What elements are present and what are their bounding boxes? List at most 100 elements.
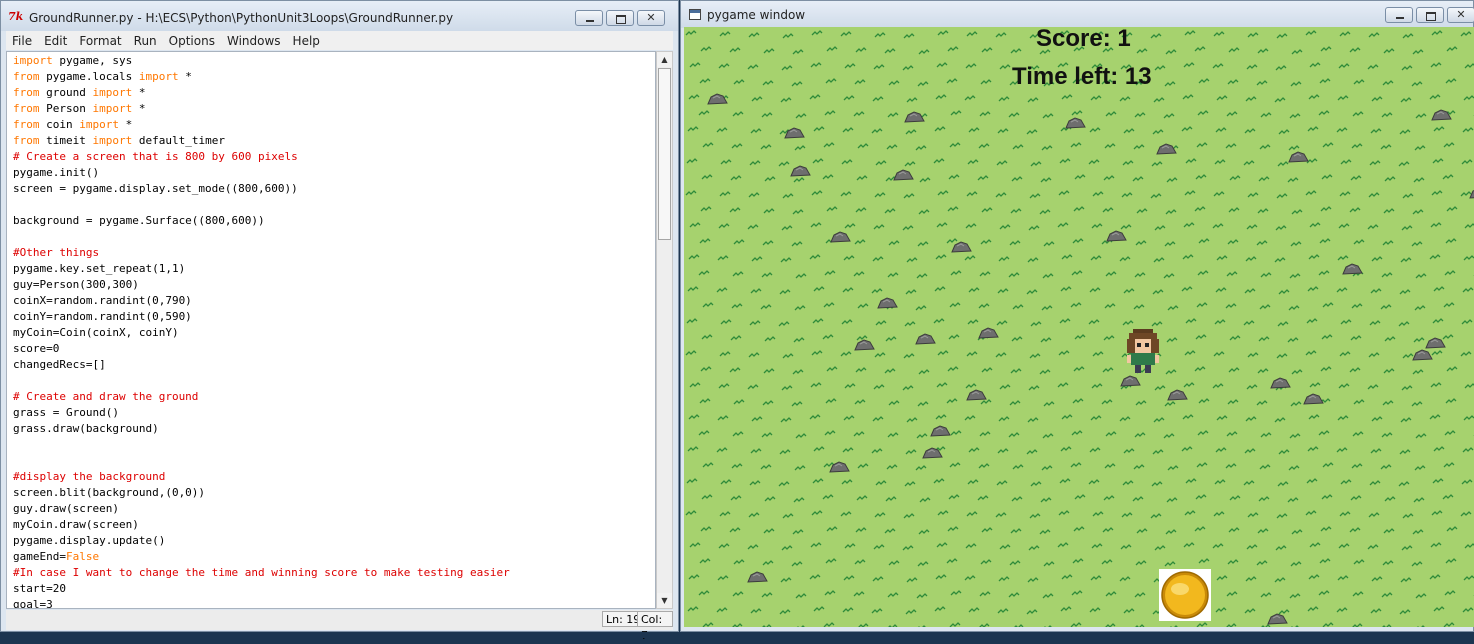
- rock-icon: [1120, 375, 1141, 387]
- pygame-title-bar[interactable]: pygame window ✕: [681, 1, 1474, 28]
- rock-icon: [1270, 377, 1291, 389]
- rock-icon: [915, 333, 936, 345]
- scroll-thumb[interactable]: [658, 68, 671, 240]
- pygame-window-icon: [689, 9, 701, 20]
- code-line[interactable]: from ground import *: [13, 85, 655, 101]
- code-token: *: [178, 70, 192, 83]
- code-line[interactable]: grass = Ground(): [13, 405, 655, 421]
- code-line[interactable]: from coin import *: [13, 117, 655, 133]
- code-token: pygame, sys: [52, 54, 133, 67]
- idle-title-bar[interactable]: 7k GroundRunner.py - H:\ECS\Python\Pytho…: [1, 1, 678, 31]
- coin-icon: [1159, 569, 1211, 621]
- code-line[interactable]: coinX=random.randint(0,790): [13, 293, 655, 309]
- idle-editor-window: 7k GroundRunner.py - H:\ECS\Python\Pytho…: [0, 0, 679, 642]
- code-token: pygame.locals: [39, 70, 139, 83]
- code-line[interactable]: gameEnd=False: [13, 549, 655, 565]
- code-line[interactable]: background = pygame.Surface((800,600)): [13, 213, 655, 229]
- code-line[interactable]: [13, 229, 655, 245]
- code-line[interactable]: import pygame, sys: [13, 53, 655, 69]
- vertical-scrollbar[interactable]: ▲ ▼: [656, 51, 673, 609]
- code-token: coin: [39, 118, 80, 131]
- code-line[interactable]: changedRecs=[]: [13, 357, 655, 373]
- code-token: timeit: [39, 134, 93, 147]
- menu-format[interactable]: Format: [73, 31, 127, 50]
- pygame-window: pygame window ✕ Score: 1 Time left: 13: [680, 0, 1474, 632]
- code-line[interactable]: guy.draw(screen): [13, 501, 655, 517]
- menu-edit[interactable]: Edit: [38, 31, 73, 50]
- code-token: *: [132, 86, 146, 99]
- code-token: screen = pygame.display.set_mode((800,60…: [13, 182, 298, 195]
- rock-icon: [1431, 109, 1452, 121]
- code-line[interactable]: myCoin.draw(screen): [13, 517, 655, 533]
- rock-icon: [1065, 117, 1086, 129]
- rock-icon: [1425, 337, 1446, 349]
- scroll-down-arrow-icon[interactable]: ▼: [657, 593, 672, 608]
- code-line[interactable]: pygame.init(): [13, 165, 655, 181]
- code-line[interactable]: guy=Person(300,300): [13, 277, 655, 293]
- rock-icon: [1412, 349, 1433, 361]
- menu-help[interactable]: Help: [287, 31, 326, 50]
- code-token: import: [13, 54, 53, 67]
- code-token: #In case I want to change the time and w…: [13, 566, 510, 579]
- code-line[interactable]: from timeit import default_timer: [13, 133, 655, 149]
- maximize-button[interactable]: [1416, 7, 1444, 23]
- game-canvas[interactable]: Score: 1 Time left: 13: [684, 27, 1474, 627]
- menu-file[interactable]: File: [6, 31, 38, 50]
- rock-icon: [922, 447, 943, 459]
- code-line[interactable]: from pygame.locals import *: [13, 69, 655, 85]
- code-token: #Other things: [13, 246, 100, 259]
- menu-windows[interactable]: Windows: [221, 31, 287, 50]
- code-text[interactable]: import pygame, sys from pygame.locals imp…: [7, 52, 655, 608]
- code-line[interactable]: [13, 437, 655, 453]
- code-token: *: [132, 102, 146, 115]
- rock-icon: [1267, 613, 1288, 625]
- rock-icon: [1303, 393, 1324, 405]
- menu-options[interactable]: Options: [163, 31, 221, 50]
- code-line[interactable]: screen = pygame.display.set_mode((800,60…: [13, 181, 655, 197]
- rock-icon: [930, 425, 951, 437]
- rock-icon: [784, 127, 805, 139]
- code-line[interactable]: grass.draw(background): [13, 421, 655, 437]
- code-token: default_timer: [132, 134, 225, 147]
- code-line[interactable]: goal=3: [13, 597, 655, 608]
- code-line[interactable]: #Other things: [13, 245, 655, 261]
- code-line[interactable]: myCoin=Coin(coinX, coinY): [13, 325, 655, 341]
- maximize-button[interactable]: [606, 10, 634, 26]
- code-line[interactable]: #display the background: [13, 469, 655, 485]
- code-line[interactable]: coinY=random.randint(0,590): [13, 309, 655, 325]
- rock-icon: [1156, 143, 1177, 155]
- code-token: grass = Ground(): [13, 406, 119, 419]
- rock-icon: [707, 93, 728, 105]
- code-line[interactable]: screen.blit(background,(0,0)): [13, 485, 655, 501]
- code-line[interactable]: # Create and draw the ground: [13, 389, 655, 405]
- code-line[interactable]: #In case I want to change the time and w…: [13, 565, 655, 581]
- code-line[interactable]: score=0: [13, 341, 655, 357]
- pygame-window-title: pygame window: [707, 8, 806, 22]
- code-line[interactable]: pygame.display.update(): [13, 533, 655, 549]
- code-line[interactable]: # Create a screen that is 800 by 600 pix…: [13, 149, 655, 165]
- code-token: import: [79, 118, 119, 131]
- code-line[interactable]: [13, 197, 655, 213]
- rock-icon: [893, 169, 914, 181]
- minimize-button[interactable]: [1385, 7, 1413, 23]
- score-label: Score: 1: [1036, 27, 1131, 52]
- close-button[interactable]: ✕: [637, 10, 665, 26]
- code-token: *: [119, 118, 133, 131]
- code-line[interactable]: start=20: [13, 581, 655, 597]
- code-token: from: [13, 102, 40, 115]
- code-line[interactable]: pygame.key.set_repeat(1,1): [13, 261, 655, 277]
- code-line[interactable]: from Person import *: [13, 101, 655, 117]
- code-line[interactable]: [13, 373, 655, 389]
- rock-icon: [790, 165, 811, 177]
- code-token: Person: [39, 102, 93, 115]
- scroll-up-arrow-icon[interactable]: ▲: [657, 52, 672, 67]
- close-button[interactable]: ✕: [1447, 7, 1474, 23]
- code-line[interactable]: [13, 453, 655, 469]
- rock-icon: [854, 339, 875, 351]
- code-token: from: [13, 86, 40, 99]
- code-token: import: [92, 134, 133, 147]
- minimize-button[interactable]: [575, 10, 603, 26]
- menu-run[interactable]: Run: [128, 31, 163, 50]
- rock-icon: [1288, 151, 1309, 163]
- code-editor[interactable]: import pygame, sys from pygame.locals imp…: [6, 51, 656, 609]
